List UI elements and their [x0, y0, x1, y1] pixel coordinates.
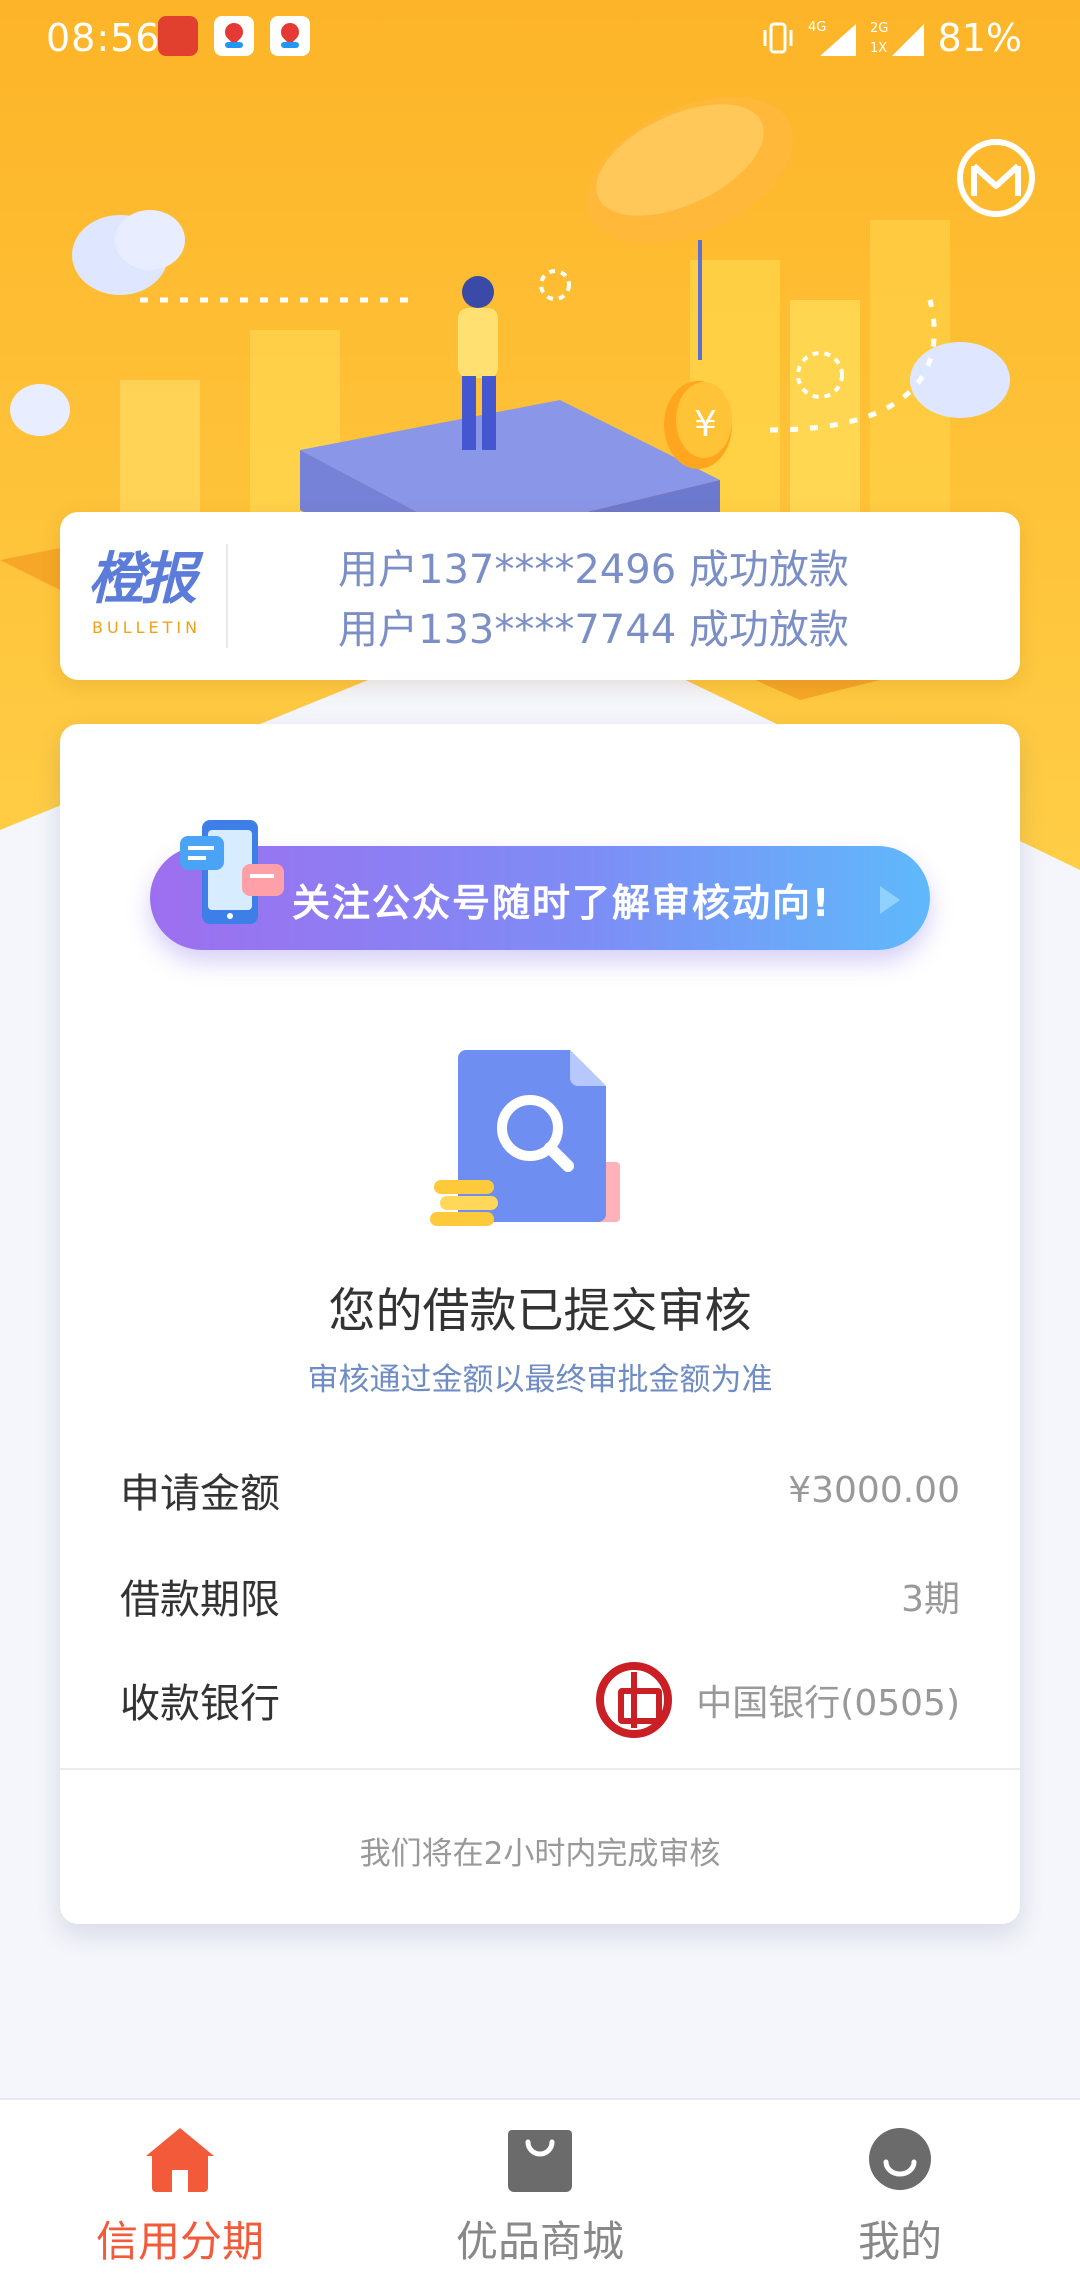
bulletin-logo-subtitle: BULLETIN — [92, 618, 202, 637]
home-icon — [146, 2128, 214, 2192]
tab-label: 信用分期 — [95, 2217, 264, 2266]
battery-level: 81% — [937, 16, 1022, 60]
bulletin-list: 用户137****2496 成功放款 用户133****7744 成功放款 — [338, 540, 938, 660]
amount-label: 申请金额 — [120, 1471, 280, 1517]
review-subtitle: 审核通过金额以最终审批金额为准 — [307, 1362, 773, 1398]
profile-icon — [869, 2128, 931, 2190]
tab-label: 我的 — [857, 2217, 942, 2266]
bank-of-china-logo-icon — [596, 1662, 673, 1738]
review-time-note: 我们将在2小时内完成审核 — [359, 1836, 721, 1872]
bulletin-item: 用户133****7744 成功放款 — [338, 607, 849, 653]
message-button[interactable] — [956, 138, 1036, 218]
amount-value: ¥3000.00 — [788, 1469, 960, 1511]
review-title: 您的借款已提交审核 — [328, 1284, 752, 1339]
loan-status-card: 关注公众号随时了解审核动向! 您的借款已提交审核 审核通过金额以最终审批金额为准… — [60, 724, 1020, 1924]
shopping-bag-icon — [508, 2130, 572, 2192]
play-arrow-icon — [880, 886, 900, 914]
svg-text:¥: ¥ — [694, 404, 717, 445]
map-notification-icon — [214, 16, 254, 56]
bank-row: 收款银行 中国银行(0505) — [120, 1662, 960, 1738]
signal-4g-icon: 4G — [808, 20, 856, 56]
document-search-icon — [430, 1050, 620, 1226]
bulletin-item: 用户137****2496 成功放款 — [338, 547, 849, 593]
status-indicators: 4G 2G 1X 81% — [760, 16, 1022, 60]
sim-label: 1X — [870, 41, 887, 56]
status-bar: 08:56 4G 2G 1X 81% — [0, 0, 1080, 80]
tab-profile[interactable]: 我的 — [720, 2100, 1080, 2280]
term-row: 借款期限 3期 — [120, 1566, 960, 1626]
bank-label: 收款银行 — [120, 1681, 280, 1727]
signal-2g-icon: 2G 1X — [870, 21, 924, 56]
bank-value: 中国银行(0505) — [696, 1683, 960, 1724]
notification-icons — [158, 16, 310, 56]
bulletin-logo: 橙报 BULLETIN — [88, 547, 248, 638]
map-notification-icon — [270, 16, 310, 56]
bulletin-divider — [226, 544, 228, 648]
amount-row: 申请金额 ¥3000.00 — [120, 1460, 960, 1520]
bulletin-card[interactable]: 橙报 BULLETIN 用户137****2496 成功放款 用户133****… — [60, 512, 1020, 680]
follow-account-banner[interactable]: 关注公众号随时了解审核动向! — [150, 768, 940, 950]
bulletin-logo-title: 橙报 — [88, 547, 197, 612]
term-value: 3期 — [901, 1579, 960, 1620]
app-notification-icon — [158, 16, 198, 56]
card-divider — [60, 1768, 1020, 1770]
status-time: 08:56 — [46, 16, 161, 60]
bottom-tab-bar: 信用分期 优品商城 我的 — [0, 2098, 1080, 2280]
network-secondary-label: 2G — [870, 21, 888, 36]
message-icon — [957, 139, 1035, 217]
tab-mall[interactable]: 优品商城 — [360, 2100, 720, 2280]
tab-label: 优品商城 — [455, 2217, 624, 2266]
vibrate-icon — [763, 22, 793, 54]
tab-credit-installment[interactable]: 信用分期 — [0, 2100, 360, 2280]
term-label: 借款期限 — [120, 1577, 280, 1623]
network-label: 4G — [808, 20, 826, 35]
phone-chat-icon — [180, 820, 284, 924]
bank-value-group: 中国银行(0505) — [596, 1662, 960, 1738]
banner-text: 关注公众号随时了解审核动向! — [292, 881, 832, 925]
